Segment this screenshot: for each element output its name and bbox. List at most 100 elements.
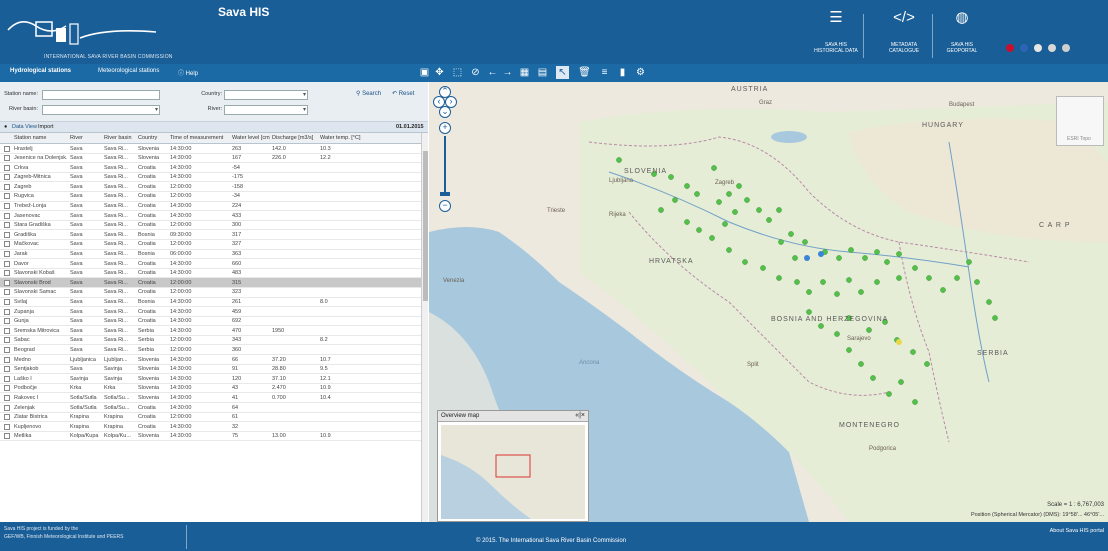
map-panel-toggle-icon[interactable]: ▣: [418, 66, 431, 79]
col-river[interactable]: River: [70, 135, 94, 141]
table-row[interactable]: Zagreb-Mitnica Sava Sava Ri... Croatia 14:30…: [0, 173, 422, 183]
reset-button[interactable]: ↶ Reset: [392, 90, 414, 97]
row-checkbox[interactable]: [4, 299, 10, 305]
layers-icon[interactable]: ≡: [598, 66, 611, 79]
basemap-thumbnail[interactable]: ESRI Topo: [1056, 96, 1104, 146]
col-country[interactable]: Country: [138, 135, 168, 141]
table-row[interactable]: Županja Sava Sava Ri... Croatia 14:30:00 459: [0, 307, 422, 317]
table-row[interactable]: Slavonski Brod Sava Sava Ri... Croatia 12:00…: [0, 278, 422, 288]
zoom-out-box-icon[interactable]: ⊘: [469, 66, 482, 79]
table-row[interactable]: Jesenice na Dolenjsk... Sava Sava Ri... Slo…: [0, 154, 422, 164]
full-extent-icon[interactable]: ▦: [518, 66, 531, 79]
table-row[interactable]: Mačkovac Sava Sava Ri... Croatia 12:00:00 327: [0, 240, 422, 250]
language-flag-icon[interactable]: [1062, 44, 1070, 52]
row-checkbox[interactable]: [4, 183, 10, 190]
print-icon[interactable]: ▮: [616, 66, 629, 79]
row-checkbox[interactable]: [4, 356, 10, 363]
row-checkbox[interactable]: [4, 164, 10, 171]
col-discharge[interactable]: Discharge [m3/s]: [272, 135, 318, 141]
tab-help[interactable]: ⓘ Help: [178, 68, 198, 77]
settings-gear-icon[interactable]: ⚙: [634, 66, 647, 79]
row-checkbox[interactable]: [4, 251, 10, 258]
table-scrollbar[interactable]: [421, 133, 428, 522]
row-checkbox[interactable]: [4, 375, 10, 382]
country-select[interactable]: ▾: [224, 90, 308, 100]
table-row[interactable]: Zelenjak Sotla/Sutla Sotla/Su... Croatia 14:…: [0, 403, 422, 413]
row-checkbox[interactable]: [4, 193, 10, 200]
row-checkbox[interactable]: [4, 155, 10, 162]
table-row[interactable]: Trebež-Lonja Sava Sava Ri... Croatia 14:30:0…: [0, 202, 422, 212]
col-river-basin[interactable]: River basin: [104, 135, 138, 141]
table-row[interactable]: Jarak Sava Sava Ri... Bosnia 06:00:00 363: [0, 250, 422, 260]
grid-icon[interactable]: ▤: [536, 66, 549, 79]
zoom-out-button[interactable]: −: [439, 200, 451, 212]
col-water-temp[interactable]: Water temp. [°C]: [320, 135, 366, 141]
tab-hydrological-stations[interactable]: Hydrological stations: [10, 68, 71, 74]
row-checkbox[interactable]: [4, 423, 10, 430]
table-row[interactable]: Zagreb Sava Sava Ri... Croatia 12:00:00 -158: [0, 182, 422, 192]
zoom-slider-handle[interactable]: [440, 192, 450, 196]
forward-arrow-icon[interactable]: →: [501, 66, 514, 79]
zoom-slider-track[interactable]: [444, 136, 446, 196]
geoportal-link[interactable]: ◍ SAVA HIS GEOPORTAL: [940, 8, 984, 60]
table-row[interactable]: Šentjakob Sava Savinja Slovenia 14:30:00 91 28…: [0, 365, 422, 375]
dataview-link[interactable]: Data View: [12, 124, 37, 130]
language-flag-icon[interactable]: [1048, 44, 1056, 52]
row-checkbox[interactable]: [4, 394, 10, 401]
tab-meteorological-stations[interactable]: Meteorological stations: [98, 68, 159, 74]
table-row[interactable]: Beograd Sava Sava Ri... Serbia 12:00:00 360: [0, 345, 422, 356]
scrollbar-thumb[interactable]: [423, 151, 428, 301]
row-checkbox[interactable]: [4, 346, 10, 353]
row-checkbox[interactable]: [4, 337, 10, 344]
table-row[interactable]: Stara Gradiška Sava Sava Ri... Croatia 12:00…: [0, 221, 422, 231]
table-row[interactable]: Rakovec I Sotla/Sutla Sotla/Su... Slovenia 1…: [0, 393, 422, 404]
about-link[interactable]: About Sava HIS portal: [1050, 528, 1104, 534]
row-checkbox[interactable]: [4, 366, 10, 373]
row-checkbox[interactable]: [4, 385, 10, 392]
row-checkbox[interactable]: [4, 174, 10, 181]
table-row[interactable]: Slavonski Kobaš Sava Sava Ri... Croatia 14:3…: [0, 269, 422, 279]
table-row[interactable]: Davor Sava Sava Ri... Croatia 14:30:00 660: [0, 259, 422, 269]
table-row[interactable]: Šabac Sava Sava Ri... Serbia 12:00:00 343 8.2: [0, 336, 422, 346]
row-checkbox[interactable]: [4, 145, 10, 152]
row-checkbox[interactable]: [4, 203, 10, 210]
table-row[interactable]: Hrastelj Sava Sava Ri... Slovenia 14:30:00 26…: [0, 144, 422, 154]
dataview-mode[interactable]: Import: [38, 124, 54, 130]
language-flag-icon[interactable]: [1006, 44, 1014, 52]
table-row[interactable]: Svilaj Sava Sava Ri... Bosnia 14:30:00 261 8.0: [0, 298, 422, 308]
row-checkbox[interactable]: [4, 289, 10, 296]
language-flag-icon[interactable]: [1020, 44, 1028, 52]
close-icon[interactable]: «|×: [575, 412, 585, 419]
overview-map-canvas[interactable]: [441, 425, 585, 519]
table-row[interactable]: Crkva Sava Sava Ri... Croatia 14:30:00 -54: [0, 163, 422, 173]
metadata-catalogue-link[interactable]: </> METADATA CATALOGUE: [882, 8, 926, 60]
search-button[interactable]: ⚲ Search: [356, 90, 381, 97]
table-row[interactable]: Rugvica Sava Sava Ri... Croatia 12:00:00 -34: [0, 192, 422, 202]
pan-down-icon[interactable]: ⌄: [439, 106, 451, 118]
table-row[interactable]: Metlika Kolpa/Kupa Kolpa/Ku... Slovenia 14:3…: [0, 432, 422, 442]
row-checkbox[interactable]: [4, 270, 10, 277]
row-checkbox[interactable]: [4, 260, 10, 267]
table-row[interactable]: Laško I Savinja Savinja Slovenia 14:30:00 120…: [0, 374, 422, 384]
map-view[interactable]: AUSTRIA HUNGARY SLOVENIA HRVATSKA BOSNIA…: [429, 82, 1108, 522]
historical-data-link[interactable]: ☰ SAVA HIS HISTORICAL DATA: [814, 8, 858, 60]
table-row[interactable]: Kupljenovo Krapina Krapina Croatia 14:30:00 3…: [0, 422, 422, 432]
table-row[interactable]: Medno Ljubljanica Ljubljan... Slovenia 14:30…: [0, 355, 422, 365]
table-row[interactable]: Jasenovac Sava Sava Ri... Croatia 14:30:00 43…: [0, 211, 422, 221]
select-arrow-icon[interactable]: ↖: [556, 66, 569, 79]
row-checkbox[interactable]: [4, 404, 10, 411]
language-flag-icon[interactable]: [1034, 44, 1042, 52]
row-checkbox[interactable]: [4, 433, 10, 440]
col-water-level[interactable]: Water level [cm]: [232, 135, 270, 141]
zoom-in-button[interactable]: +: [439, 122, 451, 134]
river-basin-select[interactable]: ▾: [42, 105, 160, 115]
table-row[interactable]: Slavonski Šamac Sava Sava Ri... Croatia 12:0…: [0, 288, 422, 298]
back-arrow-icon[interactable]: ←: [486, 66, 499, 79]
row-checkbox[interactable]: [4, 279, 10, 286]
row-checkbox[interactable]: [4, 327, 10, 334]
isrbc-logo[interactable]: INTERNATIONAL SAVA RIVER BASIN COMMISSIO…: [6, 8, 196, 60]
col-station-name[interactable]: Station name: [14, 135, 68, 141]
delete-icon[interactable]: 🗑: [578, 66, 591, 79]
row-checkbox[interactable]: [4, 318, 10, 325]
table-row[interactable]: Zlatar Bistrica Krapina Krapina Croatia 12:0…: [0, 413, 422, 423]
